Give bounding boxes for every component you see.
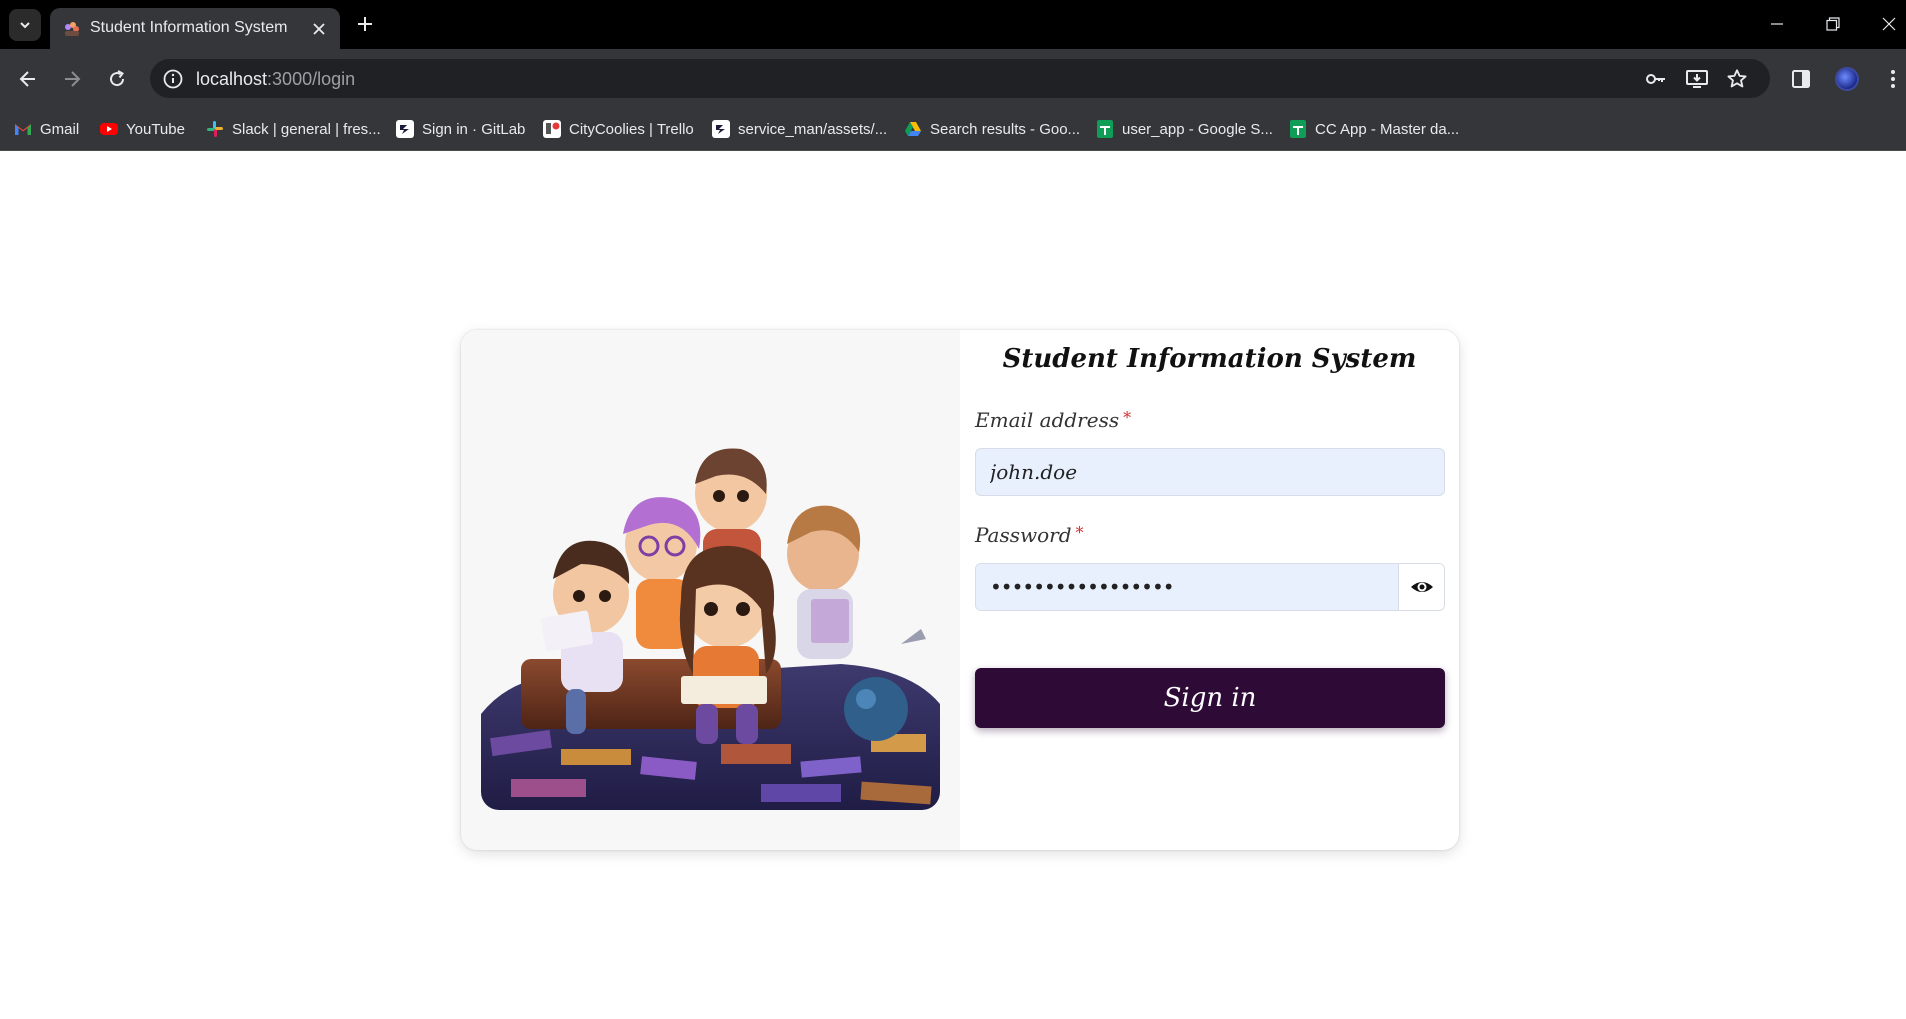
file-icon — [712, 120, 730, 138]
sign-in-button[interactable]: Sign in — [975, 668, 1445, 728]
bookmark-slack[interactable]: Slack | general | fres... — [206, 116, 381, 142]
plus-icon — [358, 17, 372, 31]
restore-icon — [1826, 17, 1840, 31]
password-key-button[interactable] — [1644, 67, 1668, 91]
password-field-group — [975, 563, 1445, 611]
illustration-panel — [461, 330, 960, 850]
login-card: Student Information System Email address… — [461, 330, 1459, 850]
google-drive-icon — [905, 122, 921, 136]
arrow-right-icon — [65, 71, 81, 87]
password-field[interactable] — [976, 564, 1398, 610]
forward-button[interactable] — [58, 65, 86, 93]
google-sheets-icon — [1097, 120, 1113, 138]
gitlab-icon — [396, 120, 414, 138]
key-icon — [1646, 74, 1665, 84]
more-vertical-icon — [1891, 70, 1895, 88]
bookmark-google-drive[interactable]: Search results - Goo... — [904, 116, 1080, 142]
browser-tab[interactable]: Student Information System — [50, 8, 340, 49]
students-reading-illustration — [481, 414, 940, 810]
youtube-icon — [100, 123, 118, 135]
tab-title: Student Information System — [90, 19, 288, 36]
bookmark-gmail[interactable]: Gmail — [14, 116, 79, 142]
required-marker: * — [1123, 408, 1132, 427]
site-info-icon[interactable] — [162, 68, 184, 90]
bookmark-service-man[interactable]: service_man/assets/... — [712, 116, 887, 142]
side-panel-icon — [1792, 70, 1810, 88]
restore-button[interactable] — [1821, 12, 1845, 36]
trello-icon — [543, 120, 561, 138]
show-password-button[interactable] — [1398, 564, 1444, 610]
install-icon — [1686, 70, 1708, 88]
bookmark-youtube[interactable]: YouTube — [100, 116, 185, 142]
chevron-down-icon — [20, 22, 30, 29]
required-marker: * — [1075, 523, 1084, 542]
page-title: Student Information System — [1002, 344, 1417, 374]
tab-close-button[interactable] — [310, 20, 328, 38]
address-bar[interactable]: localhost:3000/login — [150, 59, 1770, 98]
url-text: localhost:3000/login — [196, 69, 356, 89]
login-form: Student Information System Email address… — [960, 330, 1459, 850]
browser-titlebar: Student Information System — [0, 0, 1906, 49]
new-tab-button[interactable] — [353, 12, 377, 36]
minimize-icon — [1771, 23, 1783, 25]
bookmark-cc-app-sheet[interactable]: CC App - Master da... — [1289, 116, 1459, 142]
reload-icon — [110, 70, 125, 87]
avatar — [1835, 67, 1859, 91]
browser-menu-button[interactable] — [1879, 65, 1906, 93]
browser-toolbar: localhost:3000/login — [0, 49, 1906, 108]
tab-search-button[interactable] — [9, 9, 41, 41]
install-app-button[interactable] — [1685, 67, 1709, 91]
close-icon — [313, 23, 325, 35]
minimize-button[interactable] — [1765, 12, 1789, 36]
bookmark-gitlab[interactable]: Sign in · GitLab — [396, 116, 525, 142]
bookmark-trello[interactable]: CityCoolies | Trello — [543, 116, 694, 142]
slack-icon — [207, 121, 223, 137]
email-label: Email address * — [975, 408, 1132, 432]
profile-button[interactable] — [1833, 65, 1861, 93]
email-field[interactable] — [975, 448, 1445, 496]
bookmarks-bar: Gmail YouTube Slack | general | fres... … — [0, 108, 1906, 151]
gmail-icon — [15, 124, 31, 135]
google-sheets-icon — [1290, 120, 1306, 138]
password-label: Password * — [975, 523, 1084, 547]
close-window-button[interactable] — [1877, 12, 1901, 36]
star-icon — [1727, 69, 1747, 88]
back-button[interactable] — [14, 65, 42, 93]
bookmark-star-button[interactable] — [1725, 67, 1749, 91]
side-panel-button[interactable] — [1787, 65, 1815, 93]
close-icon — [1882, 17, 1896, 31]
arrow-left-icon — [19, 71, 35, 87]
reload-button[interactable] — [103, 65, 131, 93]
app-favicon-icon — [65, 22, 79, 36]
eye-icon — [1410, 582, 1433, 592]
bookmark-user-app-sheet[interactable]: user_app - Google S... — [1096, 116, 1273, 142]
